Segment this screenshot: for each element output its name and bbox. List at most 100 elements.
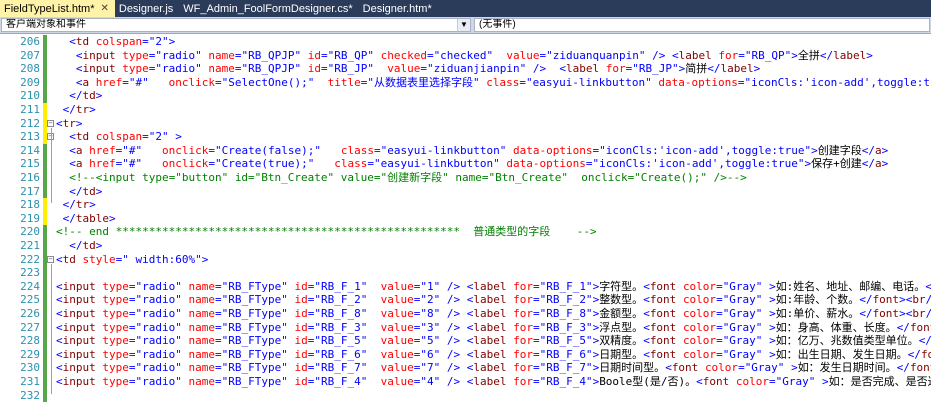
code-token: name [188, 320, 215, 334]
code-line[interactable]: 206 <td colspan="2"> [0, 35, 931, 49]
code-line[interactable]: 232 [0, 388, 931, 403]
code-token: value [506, 48, 540, 62]
code-line[interactable]: 226 <input type="radio" name="RB_FType" i… [0, 307, 931, 321]
code-token: "1" [420, 279, 441, 293]
line-number: 219 [20, 211, 40, 225]
collapse-icon[interactable]: − [47, 255, 54, 263]
close-icon[interactable]: ✕ [100, 3, 108, 14]
code-token: = [214, 307, 222, 320]
tab-designer-htm[interactable]: Designer.htm* [359, 0, 438, 17]
code-token: /> [446, 320, 461, 334]
code-line[interactable]: 219 </table> [0, 211, 931, 226]
code-line[interactable]: 221 </td> [0, 239, 931, 253]
code-line[interactable]: 217 </td> [0, 184, 931, 199]
code-token: name [188, 279, 215, 293]
code-token: "RB_F_3" [314, 320, 368, 334]
code-token: "Gray" [722, 320, 763, 334]
code-token: label [473, 320, 507, 334]
code-line[interactable]: 215 <a href="#" onclick="Create(true);" … [0, 157, 931, 171]
code-line[interactable]: 220 <!-- end ****************************… [0, 225, 931, 239]
code-line[interactable]: 230 <input type="radio" name="RB_FType" i… [0, 361, 931, 375]
code-line[interactable]: 210 </td> [0, 89, 931, 103]
code-text: <td colspan="2" > [56, 130, 182, 144]
code-token: "radio" [135, 361, 182, 375]
code-line[interactable]: 222− <td style=" width:60%"> [0, 252, 931, 267]
code-line[interactable]: 208 <input type = "radio" name = "RB_QPJP" i… [0, 62, 931, 76]
code-line[interactable]: 213− <td colspan="2" > [0, 130, 931, 144]
code-line[interactable]: 229 <input type="radio" name="RB_FType" i… [0, 347, 931, 362]
code-token: = [208, 157, 215, 171]
code-line[interactable]: 212− <tr> [0, 116, 931, 131]
code-token: "RB_QPJP" [241, 62, 302, 76]
code-token: "Create(false);" [214, 143, 321, 157]
code-line[interactable]: 225 <input type="radio" name="RB_FType" i… [0, 293, 931, 307]
code-token: colspan [95, 35, 143, 48]
code-token: id [294, 293, 308, 307]
client-objects-dropdown[interactable]: 客户端对象和事件 ▼ [1, 18, 471, 32]
code-token: Boole型(是/否)。 [599, 375, 697, 388]
code-line[interactable]: 223 [0, 266, 931, 280]
code-token: label [473, 279, 507, 293]
code-line[interactable]: 214 <a href="#" onclick="Create(false);"… [0, 143, 931, 158]
code-token: /> [446, 279, 461, 293]
code-token: 如:姓名、地址、邮编、电话。 [775, 279, 926, 293]
code-line[interactable]: 227 <input type="radio" name="RB_FType" i… [0, 320, 931, 335]
code-token: id [307, 62, 321, 76]
code-line[interactable]: 218 </tr> [0, 198, 931, 212]
code-line[interactable]: 209 <a href="#" onclick="SelectOne();" t… [0, 75, 931, 90]
change-marker [43, 75, 47, 90]
code-token: for [513, 279, 533, 293]
code-token: = [214, 375, 222, 388]
code-line[interactable]: 224 <input type="radio" name="RB_FType" i… [0, 279, 931, 294]
code-token: "radio" [155, 48, 202, 62]
tab-designer-js[interactable]: Designer.js [115, 0, 179, 17]
code-token: label [833, 48, 867, 62]
code-token: color [704, 361, 739, 375]
tab-wf-admin-foolformdesigner[interactable]: WF_Admin_FoolFormDesigner.cs* [179, 0, 358, 17]
line-number: 207 [20, 48, 40, 62]
code-token: < [643, 347, 650, 361]
code-token: /> [446, 361, 461, 375]
code-token: for [605, 62, 626, 76]
code-token: = [716, 334, 723, 348]
code-token: > [175, 130, 182, 144]
events-dropdown[interactable]: (无事件) [474, 18, 930, 32]
code-token: = [128, 375, 136, 388]
code-token: font [649, 320, 677, 334]
code-line[interactable]: 216 <!--<input type="button" id="Btn_Cre… [0, 171, 931, 185]
code-token: "RB_FType" [221, 293, 288, 307]
collapse-icon[interactable]: − [47, 119, 54, 127]
line-number: 224 [20, 279, 40, 293]
code-text: </tr> [56, 198, 96, 212]
code-token: < [643, 279, 650, 293]
change-marker [43, 375, 47, 389]
code-line[interactable]: 211 </tr> [0, 103, 931, 117]
code-token: "radio" [135, 293, 182, 307]
code-editor[interactable]: 206 <td colspan="2"> 207 <input type="rad… [0, 34, 931, 407]
tab-fieldtypelist[interactable]: FieldTypeList.htm* ✕ [0, 0, 115, 17]
code-token: "RB_F_4" [539, 375, 593, 388]
code-token: > [769, 293, 776, 307]
code-token: tr [75, 103, 90, 116]
code-token: id [294, 361, 308, 375]
code-line[interactable]: 231 <input type="radio" name="RB_FType" i… [0, 375, 931, 389]
code-token: value [380, 334, 414, 348]
code-token: name [208, 62, 235, 76]
chevron-down-icon[interactable]: ▼ [457, 19, 470, 31]
code-token: = [128, 320, 136, 334]
code-token: label [720, 62, 754, 76]
code-line[interactable]: 228 <input type="radio" name="RB_FType" i… [0, 334, 931, 348]
code-token: onclick [168, 75, 215, 89]
code-line[interactable]: 207 <input type="radio" name="RB_QPJP" i… [0, 48, 931, 63]
code-token: = [320, 48, 328, 62]
code-token: for [513, 361, 533, 375]
code-token: font [872, 307, 900, 320]
tab-label: WF_Admin_FoolFormDesigner.cs* [183, 2, 353, 15]
code-token: "easyui-linkbutton" [380, 143, 507, 157]
